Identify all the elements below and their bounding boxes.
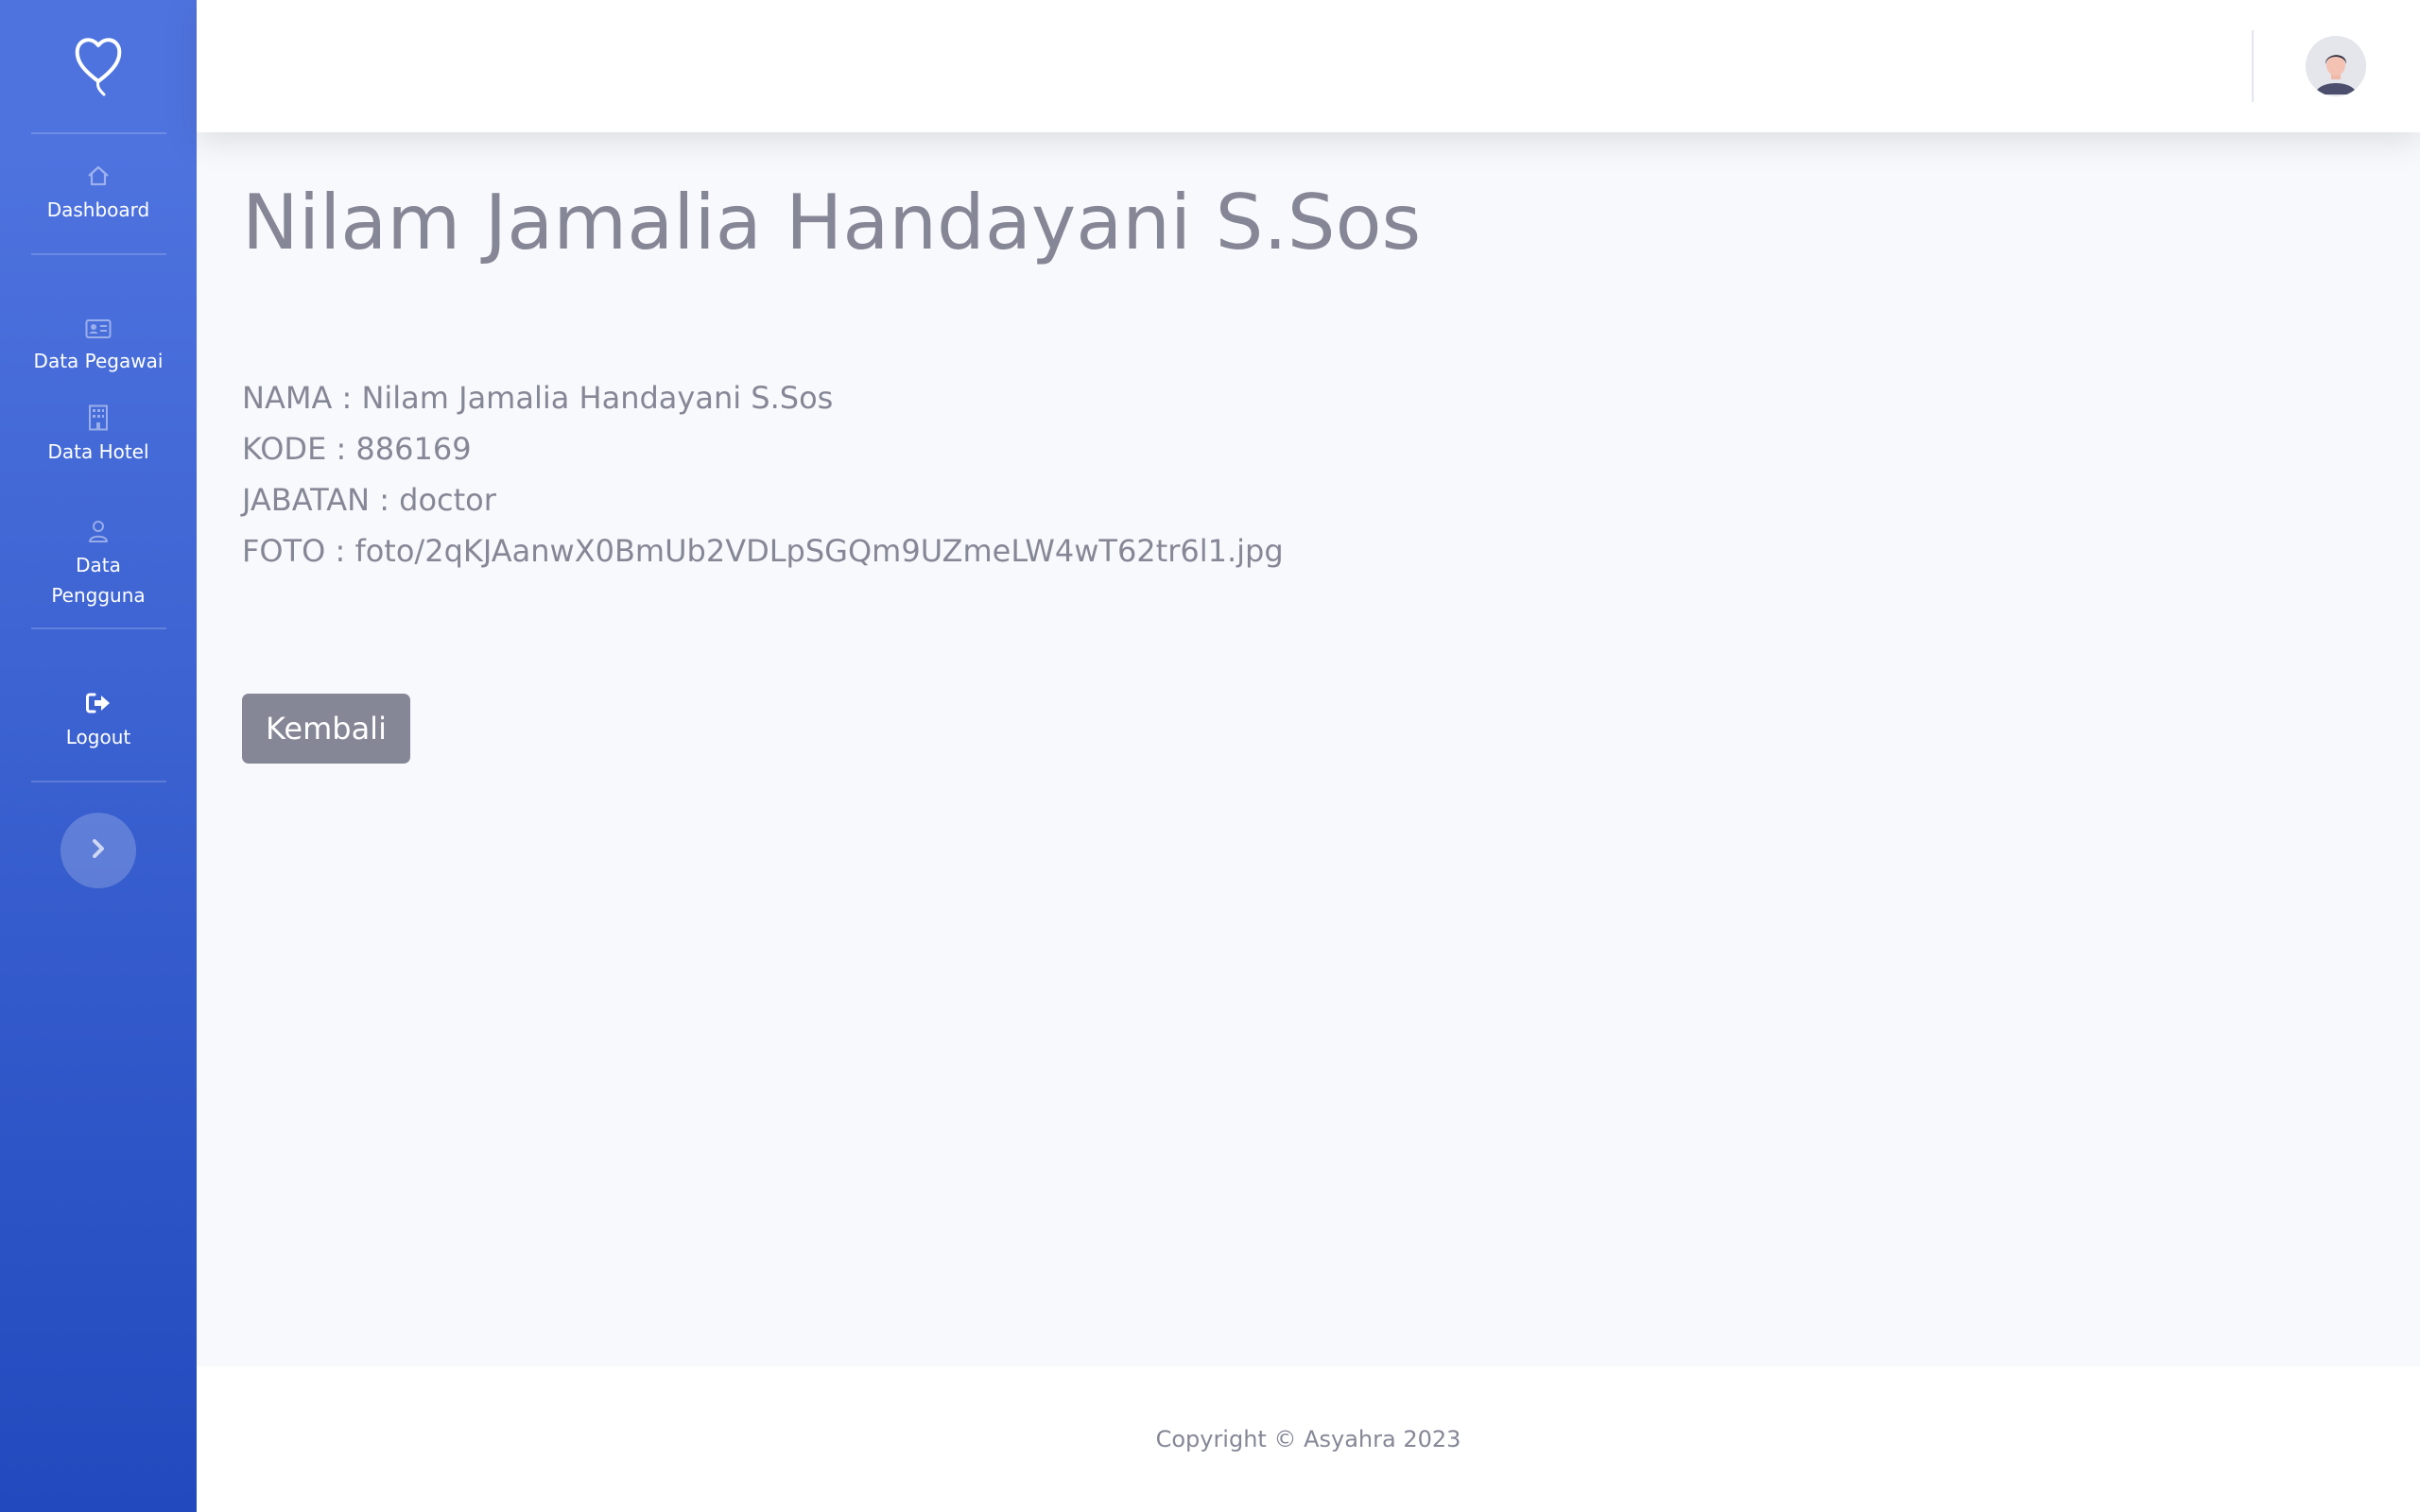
page-title: Nilam Jamalia Handayani S.Sos <box>242 179 1422 266</box>
detail-jabatan: JABATAN : doctor <box>242 482 496 518</box>
chevron-right-icon <box>91 838 106 863</box>
sidebar-toggle-button[interactable] <box>60 813 136 888</box>
main-content: Nilam Jamalia Handayani S.Sos NAMA : Nil… <box>242 132 2369 764</box>
sidebar-item-dashboard[interactable]: Dashboard <box>0 134 197 253</box>
sidebar-item-data-pengguna[interactable]: Data Pengguna <box>0 497 197 627</box>
employee-details: NAMA : Nilam Jamalia Handayani S.Sos KOD… <box>242 372 2369 576</box>
sidebar-item-label: Data Pengguna <box>51 554 146 607</box>
sidebar-item-label: Data Pegawai <box>33 350 164 372</box>
sidebar-item-label: Data Hotel <box>47 440 149 463</box>
detail-nama: NAMA : Nilam Jamalia Handayani S.Sos <box>242 380 834 416</box>
sidebar-item-label: Dashboard <box>46 198 150 221</box>
user-avatar-icon[interactable] <box>2306 36 2366 96</box>
detail-kode: KODE : 886169 <box>242 431 472 467</box>
detail-foto: FOTO : foto/2qKJAanwX0BmUb2VDLpSGQm9UZme… <box>242 533 1284 569</box>
sign-out-icon <box>85 690 112 716</box>
footer: Copyright © Asyahra 2023 <box>197 1366 2420 1512</box>
id-card-icon <box>85 318 112 340</box>
sidebar-divider <box>30 781 166 782</box>
building-icon <box>85 404 112 431</box>
sidebar: Dashboard Data Pegawai Data Hotel Data P… <box>0 0 197 1512</box>
user-icon <box>85 518 112 544</box>
sidebar-item-label: Logout <box>65 726 131 748</box>
sidebar-brand[interactable] <box>0 0 197 132</box>
back-button[interactable]: Kembali <box>242 694 410 764</box>
copyright-text: Copyright © Asyahra 2023 <box>1155 1426 1461 1452</box>
topbar <box>197 0 2420 132</box>
sidebar-item-data-pegawai[interactable]: Data Pegawai <box>0 255 197 376</box>
sidebar-item-data-hotel[interactable]: Data Hotel <box>0 376 197 497</box>
heart-balloon-icon <box>72 32 125 100</box>
topbar-divider <box>2252 30 2254 102</box>
home-icon <box>85 163 112 189</box>
sidebar-item-logout[interactable]: Logout <box>0 629 197 781</box>
